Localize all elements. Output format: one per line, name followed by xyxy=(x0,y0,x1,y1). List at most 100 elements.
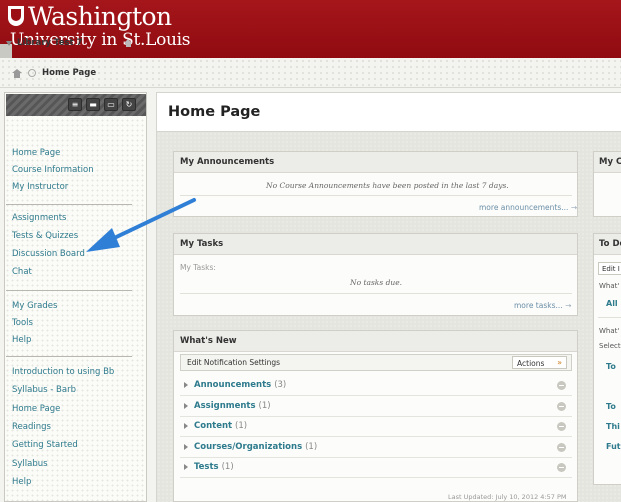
todo-all-link[interactable]: All xyxy=(606,299,618,308)
whats-new-label-text: Tests xyxy=(194,462,219,472)
more-announcements-link[interactable]: more announcements... → xyxy=(479,203,577,212)
course-home-icon[interactable] xyxy=(124,39,133,47)
sidebar-item-course-information[interactable]: Course Information xyxy=(12,165,94,175)
calendar-title[interactable]: My Ca xyxy=(594,152,621,173)
sidebar-item-getting-started[interactable]: Getting Started xyxy=(12,440,78,450)
whats-new-label[interactable]: Tests (1) xyxy=(194,462,234,472)
breadcrumb-current: Home Page xyxy=(42,68,97,78)
divider xyxy=(180,293,572,294)
whats-new-count: (3) xyxy=(274,380,287,390)
sidebar-item-my-grades[interactable]: My Grades xyxy=(12,301,57,311)
tasks-module: My Tasks My Tasks: No tasks due. more ta… xyxy=(173,233,578,316)
tasks-message: No tasks due. xyxy=(350,278,403,287)
more-tasks-link[interactable]: more tasks... → xyxy=(514,301,571,310)
whats-new-row[interactable]: Tests (1) xyxy=(180,458,572,478)
todo-select-text: Select xyxy=(599,342,621,350)
crest-icon xyxy=(8,6,24,26)
whats-new-label-text: Announcements xyxy=(194,380,272,390)
whats-new-label-text: Content xyxy=(194,421,233,431)
window-view-icon[interactable]: ▭ xyxy=(104,98,118,111)
circle-icon[interactable] xyxy=(28,69,36,77)
whats-new-row[interactable]: Content (1) xyxy=(180,417,572,437)
todo-title[interactable]: To Do xyxy=(594,234,621,255)
sidebar-item-syllabus-barb[interactable]: Syllabus - Barb xyxy=(12,385,76,395)
whats-new-row[interactable]: Courses/Organizations (1) xyxy=(180,438,572,458)
refresh-icon[interactable]: ↻ xyxy=(122,98,136,111)
sidebar-item-help[interactable]: Help xyxy=(12,477,31,487)
whats-new-label-text: Courses/Organizations xyxy=(194,441,303,452)
course-title[interactable]: Library Test 7 xyxy=(6,38,82,48)
whats-new-label[interactable]: Content (1) xyxy=(194,421,247,431)
whats-new-title[interactable]: What's New xyxy=(174,331,577,352)
dismiss-icon[interactable] xyxy=(557,463,566,472)
sidebar-item-discussion-board[interactable]: Discussion Board xyxy=(12,249,85,259)
nav-divider xyxy=(6,204,132,205)
sidebar-item-tests-quizzes[interactable]: Tests & Quizzes xyxy=(12,231,78,241)
more-announcements-label: more announcements... xyxy=(479,203,569,212)
edit-notification-settings[interactable]: Edit Notification Settings xyxy=(187,358,280,367)
whats-new-label-text: Assignments xyxy=(194,400,256,411)
whats-new-count: (1) xyxy=(221,462,234,472)
expand-icon[interactable] xyxy=(184,423,188,429)
expand-icon[interactable] xyxy=(184,402,188,409)
whats-new-module: What's New Edit Notification Settings Ac… xyxy=(173,330,578,502)
breadcrumb-bar: Home Page xyxy=(0,58,621,88)
course-menu-toolbar: ≡ ▬ ▭ ↻ xyxy=(6,94,146,116)
nav-divider xyxy=(6,356,132,357)
todo-future-link[interactable]: Fut xyxy=(606,442,621,451)
site-header: Washington University in St.Louis xyxy=(0,0,621,58)
sidebar-item-readings[interactable]: Readings xyxy=(12,422,51,432)
actions-label: Actions xyxy=(517,359,545,368)
last-updated: Last Updated: July 10, 2012 4:57 PM xyxy=(448,493,567,501)
sidebar-item-chat[interactable]: Chat xyxy=(12,267,32,277)
tasks-title[interactable]: My Tasks xyxy=(174,234,577,255)
expand-icon[interactable] xyxy=(184,382,188,388)
sidebar-item-home-page[interactable]: Home Page xyxy=(12,148,60,158)
actions-button[interactable]: Actions » xyxy=(512,356,567,369)
todo-edit-button[interactable]: Edit I xyxy=(598,262,621,275)
dismiss-icon[interactable] xyxy=(557,442,566,452)
sidebar-item-tools[interactable]: Tools xyxy=(12,318,33,328)
dismiss-icon[interactable] xyxy=(557,401,566,411)
whats-new-row[interactable]: Announcements (3) xyxy=(180,376,572,396)
expand-icon[interactable] xyxy=(184,443,188,450)
collapse-icon[interactable] xyxy=(6,40,12,46)
dismiss-icon[interactable] xyxy=(557,381,566,390)
breadcrumb: Home Page xyxy=(12,63,96,83)
expand-icon[interactable] xyxy=(184,464,188,470)
more-arrow-icon: → xyxy=(570,203,578,212)
sidebar-item-syllabus[interactable]: Syllabus xyxy=(12,459,48,469)
home-icon[interactable] xyxy=(12,68,22,78)
whats-new-row[interactable]: Assignments (1) xyxy=(180,397,572,417)
calendar-module: My Ca xyxy=(593,151,621,217)
logo-line1: Washington xyxy=(28,2,172,31)
todo-this-week-link[interactable]: Thi xyxy=(606,422,620,431)
list-view-icon[interactable]: ≡ xyxy=(68,98,82,111)
divider xyxy=(180,195,572,196)
whats-new-label[interactable]: Assignments (1) xyxy=(194,401,271,411)
page-title: Home Page xyxy=(168,104,261,120)
tasks-label: My Tasks: xyxy=(180,263,216,272)
sidebar-item-help[interactable]: Help xyxy=(12,335,31,345)
announcements-title[interactable]: My Announcements xyxy=(174,152,577,173)
whats-new-count: (1) xyxy=(305,441,318,452)
sidebar-item-home-page[interactable]: Home Page xyxy=(12,404,60,414)
todo-module: To Do Edit I What' All What' Select To T… xyxy=(593,233,621,485)
announcements-module: My Announcements No Course Announcements… xyxy=(173,151,578,217)
course-title-text: Library Test 7 xyxy=(17,38,83,48)
whats-new-label[interactable]: Announcements (3) xyxy=(194,380,286,390)
todo-whats-text: What' xyxy=(599,282,620,290)
sidebar-item-assignments[interactable]: Assignments xyxy=(12,213,66,223)
sidebar-item-introduction-to-using-bb[interactable]: Introduction to using Bb xyxy=(12,367,114,377)
notification-bar: Edit Notification Settings Actions » xyxy=(180,354,572,371)
chevron-icon: » xyxy=(557,358,562,367)
whats-new-label[interactable]: Courses/Organizations (1) xyxy=(194,442,317,452)
folder-view-icon[interactable]: ▬ xyxy=(86,98,100,111)
sidebar-item-my-instructor[interactable]: My Instructor xyxy=(12,182,68,192)
dismiss-icon[interactable] xyxy=(557,422,566,431)
todo-whats-text-2: What' xyxy=(599,327,620,335)
todo-today-link[interactable]: To xyxy=(606,362,616,371)
todo-tomorrow-link[interactable]: To xyxy=(606,402,616,411)
nav-divider xyxy=(6,290,132,291)
announcements-message: No Course Announcements have been posted… xyxy=(266,181,509,190)
